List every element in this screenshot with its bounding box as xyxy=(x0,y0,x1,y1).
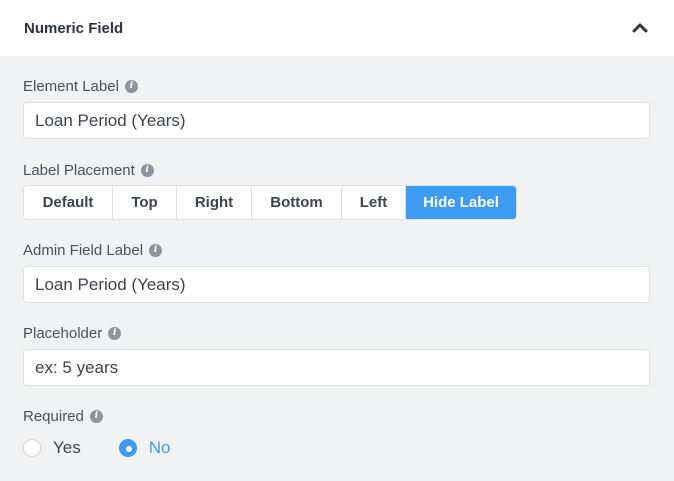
panel-header: Numeric Field xyxy=(0,0,674,56)
placement-option-right[interactable]: Right xyxy=(177,186,252,219)
element-label-text: Element Label xyxy=(23,77,119,95)
label-placement-section: Label Placement i Default Top Right Bott… xyxy=(23,160,650,220)
placement-option-hide-label[interactable]: Hide Label xyxy=(406,186,516,219)
admin-field-label-input[interactable] xyxy=(23,266,650,303)
chevron-up-icon[interactable] xyxy=(628,16,652,40)
element-label-section: Element Label i xyxy=(23,76,650,139)
radio-yes[interactable] xyxy=(23,439,41,457)
placeholder-label-text: Placeholder xyxy=(23,324,103,342)
required-heading: Required i xyxy=(23,406,650,426)
info-icon[interactable]: i xyxy=(149,243,163,257)
required-option-no[interactable]: No xyxy=(118,438,171,458)
placeholder-heading: Placeholder i xyxy=(23,323,650,343)
label-placement-text: Label Placement xyxy=(23,161,135,179)
required-section: Required i Yes No xyxy=(23,406,650,457)
label-placement-heading: Label Placement i xyxy=(23,160,650,180)
info-icon[interactable]: i xyxy=(108,326,122,340)
info-icon[interactable]: i xyxy=(124,79,138,93)
required-option-yes[interactable]: Yes xyxy=(23,438,81,458)
placeholder-section: Placeholder i xyxy=(23,323,650,386)
placement-option-bottom[interactable]: Bottom xyxy=(252,186,342,219)
element-label-heading: Element Label i xyxy=(23,76,650,96)
admin-field-label-text: Admin Field Label xyxy=(23,241,144,259)
admin-field-label-section: Admin Field Label i xyxy=(23,240,650,303)
required-label-text: Required xyxy=(23,407,84,425)
info-icon[interactable]: i xyxy=(140,163,154,177)
placement-option-top[interactable]: Top xyxy=(113,186,177,219)
placeholder-input[interactable] xyxy=(23,349,650,386)
label-placement-segmented: Default Top Right Bottom Left Hide Label xyxy=(23,185,517,220)
radio-no-label: No xyxy=(148,438,171,457)
radio-no[interactable] xyxy=(118,439,137,457)
panel-title: Numeric Field xyxy=(24,19,124,37)
radio-yes-label: Yes xyxy=(53,438,81,457)
required-radio-group: Yes No xyxy=(23,438,170,458)
info-icon[interactable]: i xyxy=(89,409,103,423)
admin-field-label-heading: Admin Field Label i xyxy=(23,240,650,260)
element-label-input[interactable] xyxy=(23,102,650,139)
placement-option-default[interactable]: Default xyxy=(24,186,113,219)
placement-option-left[interactable]: Left xyxy=(342,186,406,219)
